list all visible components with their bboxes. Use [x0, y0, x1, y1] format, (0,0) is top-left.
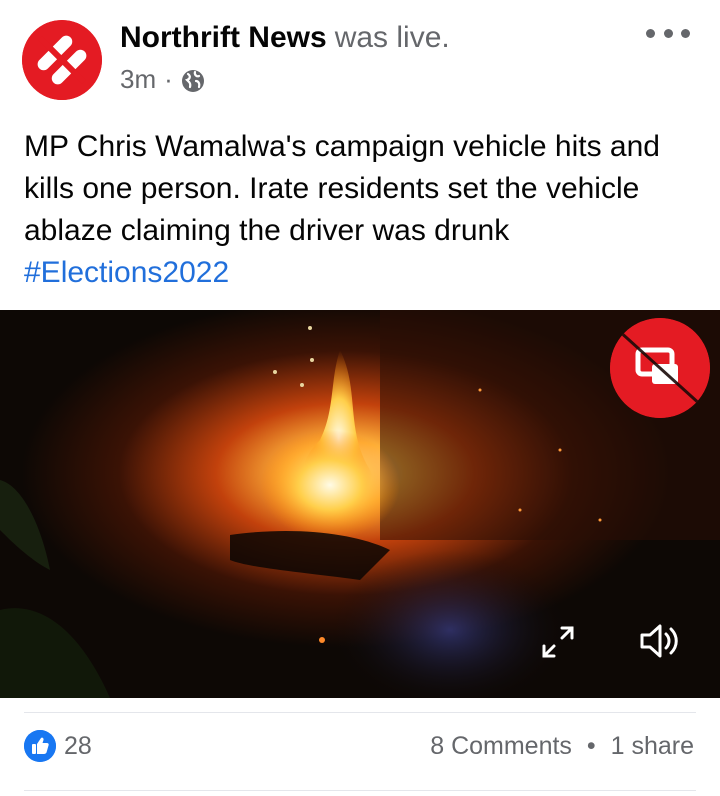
- post-body-text: MP Chris Wamalwa's campaign vehicle hits…: [24, 130, 660, 247]
- expand-icon[interactable]: [538, 622, 578, 662]
- divider: [24, 790, 696, 791]
- post-header: Northrift News was live. 3m ·: [0, 0, 720, 110]
- post-author-line: Northrift News was live.: [120, 18, 450, 58]
- post-time[interactable]: 3m: [120, 62, 156, 96]
- divider: [24, 712, 696, 713]
- engagement-summary: 8 Comments • 1 share: [430, 730, 694, 762]
- page-name[interactable]: Northrift News: [120, 21, 327, 54]
- shares-count[interactable]: 1 share: [611, 732, 694, 760]
- post-caption: MP Chris Wamalwa's campaign vehicle hits…: [24, 126, 704, 294]
- more-options-icon[interactable]: [646, 18, 690, 48]
- hashtag-link[interactable]: #Elections2022: [24, 256, 229, 289]
- picture-in-picture-icon[interactable]: [610, 318, 710, 418]
- volume-icon[interactable]: [636, 618, 682, 664]
- northrift-logo-icon: [22, 20, 102, 100]
- reaction-count[interactable]: 28: [64, 730, 92, 762]
- post-meta: 3m ·: [120, 62, 205, 96]
- page-avatar[interactable]: [22, 20, 102, 100]
- live-status: was live.: [334, 21, 450, 54]
- comments-count[interactable]: 8 Comments: [430, 732, 572, 760]
- engagement-separator: •: [586, 732, 596, 760]
- meta-separator: ·: [164, 64, 173, 94]
- thumbs-up-icon[interactable]: [24, 730, 56, 762]
- globe-icon: [181, 67, 205, 92]
